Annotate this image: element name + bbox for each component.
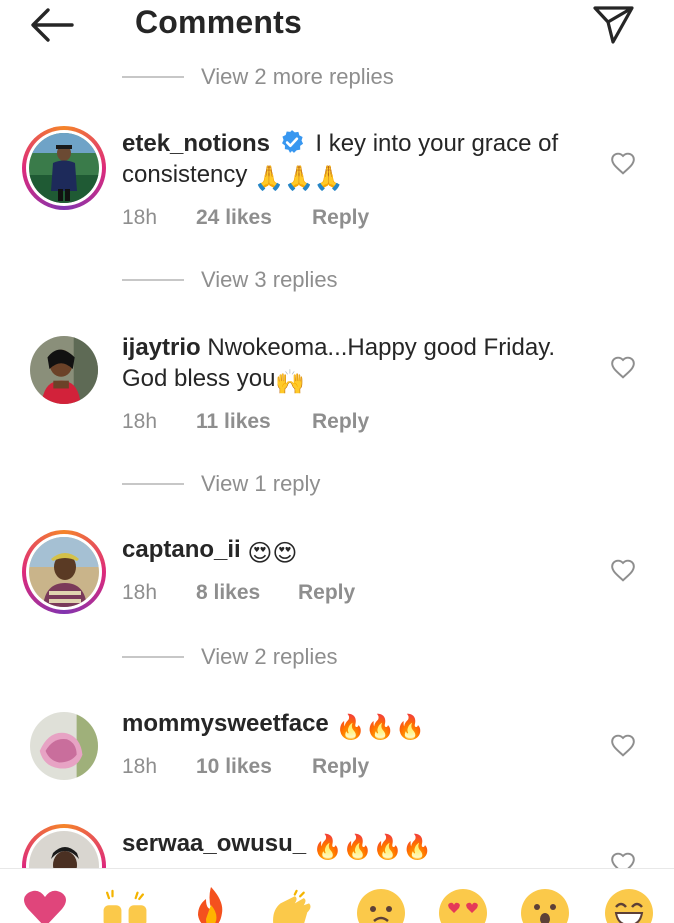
avatar-image bbox=[29, 537, 99, 607]
comment-likes[interactable]: 24 likes bbox=[196, 206, 312, 230]
clapping-hands-emoji-icon[interactable] bbox=[268, 887, 318, 923]
like-heart-icon[interactable] bbox=[610, 558, 636, 582]
replies-divider bbox=[122, 76, 184, 78]
avatar-image bbox=[30, 336, 98, 404]
comment-emojis: 🙏🙏🙏 bbox=[254, 165, 344, 192]
comment-username[interactable]: serwaa_owusu_ bbox=[122, 830, 306, 857]
comment-body: ijaytrio Nwokeoma...Happy good Friday. G… bbox=[122, 332, 592, 434]
like-heart-icon[interactable] bbox=[610, 733, 636, 757]
page-title: Comments bbox=[135, 4, 302, 40]
comment-username[interactable]: ijaytrio bbox=[122, 334, 201, 361]
comment-body: captano_ii 😍😍 18h 8 likes Reply bbox=[122, 534, 592, 605]
avatar[interactable] bbox=[22, 328, 106, 412]
like-heart-icon[interactable] bbox=[610, 355, 636, 379]
crying-face-emoji-icon[interactable] bbox=[356, 887, 406, 923]
comment-username[interactable]: captano_ii bbox=[122, 536, 241, 563]
comment-meta: 18h 8 likes Reply bbox=[122, 581, 592, 605]
comments-screen: View 2 more replies etek_notions I key i… bbox=[0, 0, 674, 923]
emoji-reaction-bar bbox=[0, 868, 674, 923]
verified-badge-icon bbox=[281, 130, 303, 153]
avatar[interactable] bbox=[22, 126, 106, 210]
comment-text-block: ijaytrio Nwokeoma...Happy good Friday. G… bbox=[122, 332, 592, 398]
view-more-replies-link[interactable]: View 2 more replies bbox=[122, 62, 394, 92]
paper-plane-icon[interactable] bbox=[590, 2, 636, 46]
avatar[interactable] bbox=[22, 704, 106, 788]
avatar-image bbox=[29, 133, 99, 203]
comment-likes[interactable]: 10 likes bbox=[196, 755, 312, 779]
arrow-left-icon[interactable] bbox=[28, 4, 78, 44]
surprised-face-emoji-icon[interactable] bbox=[520, 887, 570, 923]
avatar-image bbox=[29, 831, 99, 868]
raising-hands-emoji-icon[interactable] bbox=[100, 887, 150, 923]
comment-meta: 18h 11 likes Reply bbox=[122, 410, 592, 434]
replies-divider bbox=[122, 483, 184, 485]
like-heart-icon[interactable] bbox=[610, 151, 636, 175]
replies-divider bbox=[122, 279, 184, 281]
view-replies-label: View 2 more replies bbox=[201, 64, 394, 89]
comment-body: mommysweetface 🔥🔥🔥 18h 10 likes Reply bbox=[122, 708, 592, 779]
comment-time: 18h bbox=[122, 206, 158, 229]
avatar[interactable] bbox=[22, 824, 106, 868]
comment-list[interactable]: View 2 more replies etek_notions I key i… bbox=[0, 0, 674, 868]
reply-button[interactable]: Reply bbox=[312, 755, 369, 779]
comment-username[interactable]: mommysweetface bbox=[122, 710, 329, 737]
comment-username[interactable]: etek_notions bbox=[122, 130, 270, 157]
avatar-image bbox=[30, 712, 98, 780]
comment-likes[interactable]: 11 likes bbox=[196, 410, 312, 434]
comment-meta: 18h 10 likes Reply bbox=[122, 755, 592, 779]
comment-text-block: mommysweetface 🔥🔥🔥 bbox=[122, 708, 592, 743]
view-replies-label: View 3 replies bbox=[201, 267, 338, 292]
reply-button[interactable]: Reply bbox=[298, 581, 355, 605]
like-heart-icon[interactable] bbox=[610, 851, 636, 868]
view-replies-link[interactable]: View 3 replies bbox=[122, 265, 338, 295]
comment-emojis: 🔥🔥🔥 bbox=[335, 714, 426, 741]
top-bar: Comments bbox=[0, 0, 674, 56]
comment-body: etek_notions I key into your grace of co… bbox=[122, 128, 592, 230]
comment-text-block: serwaa_owusu_ 🔥🔥🔥🔥 bbox=[122, 828, 592, 863]
comment-time: 18h bbox=[122, 581, 158, 604]
comment-emojis: 😍😍 bbox=[247, 540, 298, 567]
avatar[interactable] bbox=[22, 530, 106, 614]
view-replies-label: View 2 replies bbox=[201, 644, 338, 669]
reply-button[interactable]: Reply bbox=[312, 206, 369, 230]
view-replies-link[interactable]: View 2 replies bbox=[122, 642, 338, 672]
comment-time: 18h bbox=[122, 755, 158, 778]
view-replies-label: View 1 reply bbox=[201, 471, 321, 496]
comment-meta: 18h 24 likes Reply bbox=[122, 206, 592, 230]
comment-body: serwaa_owusu_ 🔥🔥🔥🔥 bbox=[122, 828, 592, 863]
view-replies-link[interactable]: View 1 reply bbox=[122, 469, 320, 499]
comment-emojis: 🙌 bbox=[275, 369, 306, 396]
fire-emoji-icon[interactable] bbox=[186, 887, 236, 923]
laughing-face-emoji-icon[interactable] bbox=[604, 887, 654, 923]
heart-emoji-icon[interactable] bbox=[20, 887, 70, 923]
replies-divider bbox=[122, 656, 184, 658]
comment-text-block: etek_notions I key into your grace of co… bbox=[122, 128, 592, 194]
comment-text-block: captano_ii 😍😍 bbox=[122, 534, 592, 569]
heart-eyes-emoji-icon[interactable] bbox=[438, 887, 488, 923]
comment-likes[interactable]: 8 likes bbox=[196, 581, 298, 605]
comment-emojis: 🔥🔥🔥🔥 bbox=[312, 834, 433, 861]
reply-button[interactable]: Reply bbox=[312, 410, 369, 434]
comment-time: 18h bbox=[122, 410, 158, 433]
